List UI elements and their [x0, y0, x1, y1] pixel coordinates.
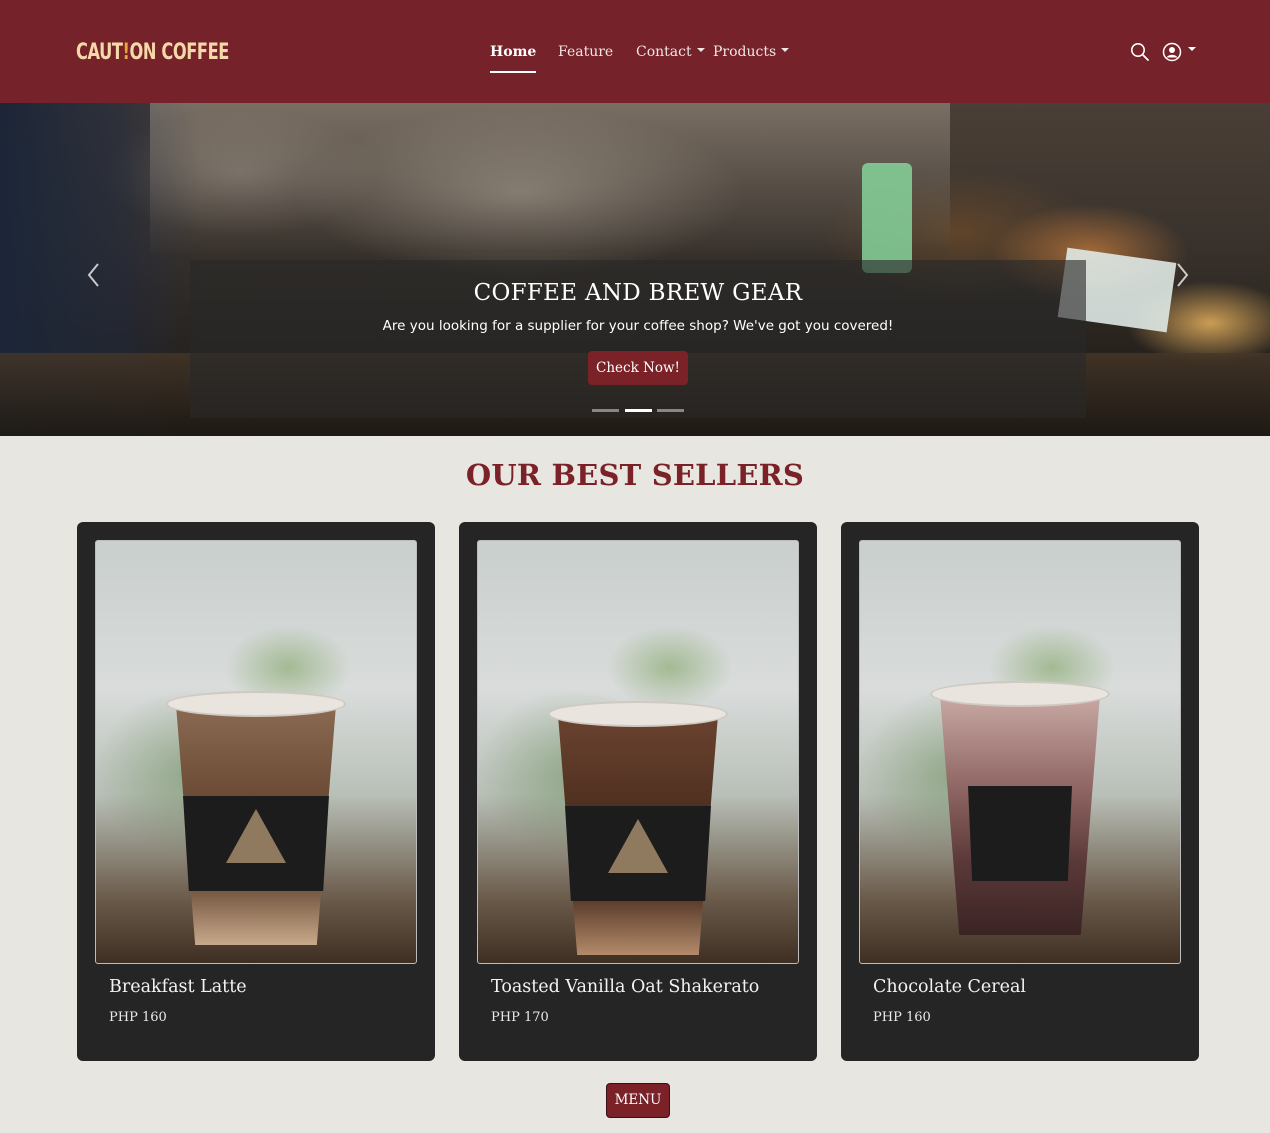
nav-feature-label: Feature [558, 44, 614, 60]
product-name: Toasted Vanilla Oat Shakerato [491, 977, 760, 997]
chevron-down-icon [781, 48, 790, 52]
navbar: CAUT!ON COFFEE Home Feature Contact Prod… [0, 0, 1270, 103]
search-icon [1131, 43, 1149, 61]
product-image [477, 540, 799, 964]
menu-button[interactable]: MENU [606, 1083, 670, 1118]
chevron-left-icon [87, 263, 99, 287]
logo-text-left: CAUT [76, 40, 123, 65]
product-image [859, 540, 1181, 964]
product-card[interactable]: Breakfast Latte PHP 160 [77, 522, 435, 1061]
carousel-indicator-1[interactable] [592, 409, 619, 412]
product-card[interactable]: Chocolate Cereal PHP 160 [841, 522, 1199, 1061]
product-card[interactable]: Toasted Vanilla Oat Shakerato PHP 170 [459, 522, 817, 1061]
nav-products-dropdown[interactable]: Products [713, 44, 790, 60]
search-button[interactable] [1130, 42, 1150, 66]
hero-subtitle: Are you looking for a supplier for your … [382, 318, 894, 334]
product-price: PHP 160 [873, 1010, 931, 1025]
product-price: PHP 160 [109, 1010, 167, 1025]
nav-feature[interactable]: Feature [558, 44, 613, 60]
chevron-down-icon [696, 48, 705, 52]
check-now-button[interactable]: Check Now! [588, 351, 688, 385]
user-menu-button[interactable] [1162, 42, 1198, 68]
product-image [95, 540, 417, 964]
espresso-machine-image [150, 103, 950, 253]
product-name: Chocolate Cereal [873, 977, 1027, 997]
nav-contact-label: Contact [636, 44, 692, 60]
product-price: PHP 170 [491, 1010, 549, 1025]
carousel-caption: COFFEE AND BREW GEAR Are you looking for… [190, 260, 1086, 418]
carousel-next-button[interactable] [1172, 261, 1192, 291]
logo-text-right: ON COFFEE [129, 40, 230, 65]
bottle-image [862, 163, 912, 273]
brand-logo[interactable]: CAUT!ON COFFEE [76, 40, 229, 65]
carousel-indicator-3[interactable] [657, 409, 684, 412]
nav-home[interactable]: Home [490, 44, 537, 73]
product-name: Breakfast Latte [109, 977, 247, 997]
hero-carousel: COFFEE AND BREW GEAR Are you looking for… [0, 103, 1270, 436]
carousel-prev-button[interactable] [84, 261, 104, 291]
nav-home-label: Home [490, 44, 537, 60]
user-circle-icon [1162, 42, 1196, 62]
nav-products-label: Products [713, 44, 777, 60]
carousel-indicator-2[interactable] [625, 409, 652, 412]
chevron-right-icon [1177, 263, 1189, 287]
nav-contact-dropdown[interactable]: Contact [636, 44, 705, 60]
hero-title: COFFEE AND BREW GEAR [473, 280, 803, 306]
section-title: OUR BEST SELLERS [465, 458, 805, 492]
